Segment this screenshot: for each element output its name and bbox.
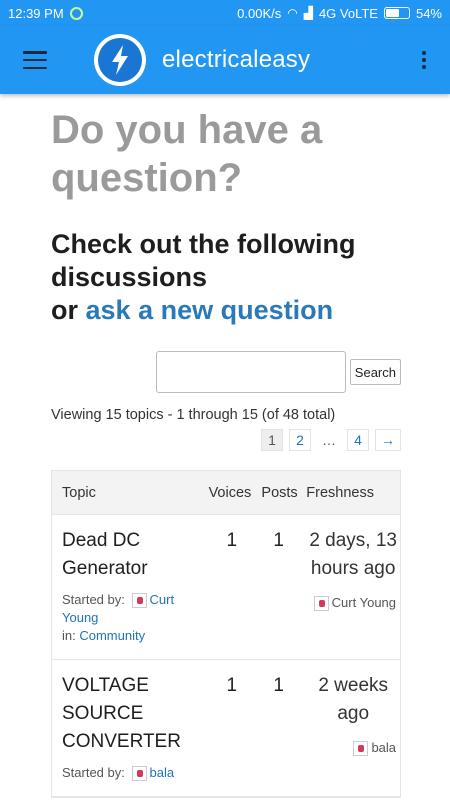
freshness-link[interactable]: 2 weeks ago [306,672,400,728]
last-poster: Curt Young [306,589,400,617]
topic-row: VOLTAGE SOURCE CONVERTER Started by: bal… [52,660,400,797]
user-avatar-icon[interactable] [131,593,147,609]
topic-voices: 1 [226,675,238,696]
search-button[interactable]: Search [349,359,401,385]
header-voices: Voices [208,484,252,501]
search-form: Search [51,351,401,393]
topic-meta: Started by: Curt Young in: Community [62,591,209,645]
page-ellipsis: … [322,432,336,448]
last-poster: bala [306,734,400,762]
viewing-count: Viewing 15 topics - 1 through 15 (of 48 … [51,407,336,423]
wifi-icon: ◠ [287,6,298,20]
lightning-bolt-icon[interactable] [94,34,146,86]
header-freshness: Freshness [306,484,374,501]
battery-level: 54% [415,5,442,21]
app-bar: electricaleasy [0,26,450,94]
page-2-link[interactable]: 2 [289,429,311,451]
freshness-link[interactable]: 2 days, 13 hours ago [306,527,400,583]
hamburger-menu-icon[interactable] [23,51,47,69]
next-page-arrow-icon[interactable]: → [375,429,401,451]
header-posts: Posts [261,484,298,501]
subheading-or: or [51,295,78,325]
page-subheading: Check out the following discussions or a… [51,228,401,327]
topics-header: Topic Voices Posts Freshness [52,471,400,515]
app-title[interactable]: electricaleasy [162,46,310,74]
search-input[interactable] [155,351,346,393]
main-content: Do you have a question? Check out the fo… [51,94,401,798]
alarm-icon [69,6,83,20]
topics-table: Topic Voices Posts Freshness Dead DC Gen… [51,470,401,798]
page-title: Do you have a question? [51,108,323,200]
user-avatar-icon[interactable] [353,741,369,757]
status-bar: 12:39 PM 0.00K/s ◠ ▟ 4G VoLTE 54% [0,0,450,26]
topic-voices: 1 [226,530,238,551]
header-topic: Topic [62,484,96,501]
pagination: 1 2 … 4 → [51,429,401,451]
topic-title-link[interactable]: Dead DC Generator [62,527,209,583]
last-poster-name[interactable]: Curt Young [332,595,396,610]
more-options-icon[interactable] [422,51,426,69]
in-label: in: [62,628,76,643]
topic-title-link[interactable]: VOLTAGE SOURCE CONVERTER [62,672,209,756]
user-avatar-icon[interactable] [131,766,147,782]
topic-posts: 1 [273,675,284,696]
network-speed: 0.00K/s [237,5,282,21]
page-1-current: 1 [261,429,283,451]
page-4-link[interactable]: 4 [347,429,369,451]
signal-icon: ▟ [303,6,313,20]
battery-icon [383,7,410,19]
user-avatar-icon[interactable] [313,596,329,612]
topic-row: Dead DC Generator Started by: Curt Young… [52,515,400,660]
subheading-text: Check out the following discussions [51,229,356,292]
forum-link[interactable]: Community [79,628,145,643]
author-link[interactable]: bala [150,765,175,780]
started-by-label: Started by: [62,592,125,607]
started-by-label: Started by: [62,765,125,780]
ask-question-link[interactable]: ask a new question [86,295,334,325]
last-poster-name[interactable]: bala [371,740,396,755]
status-time: 12:39 PM [8,5,64,21]
topic-posts: 1 [273,530,284,551]
topic-meta: Started by: bala [62,764,209,782]
network-type: 4G VoLTE [318,5,378,21]
